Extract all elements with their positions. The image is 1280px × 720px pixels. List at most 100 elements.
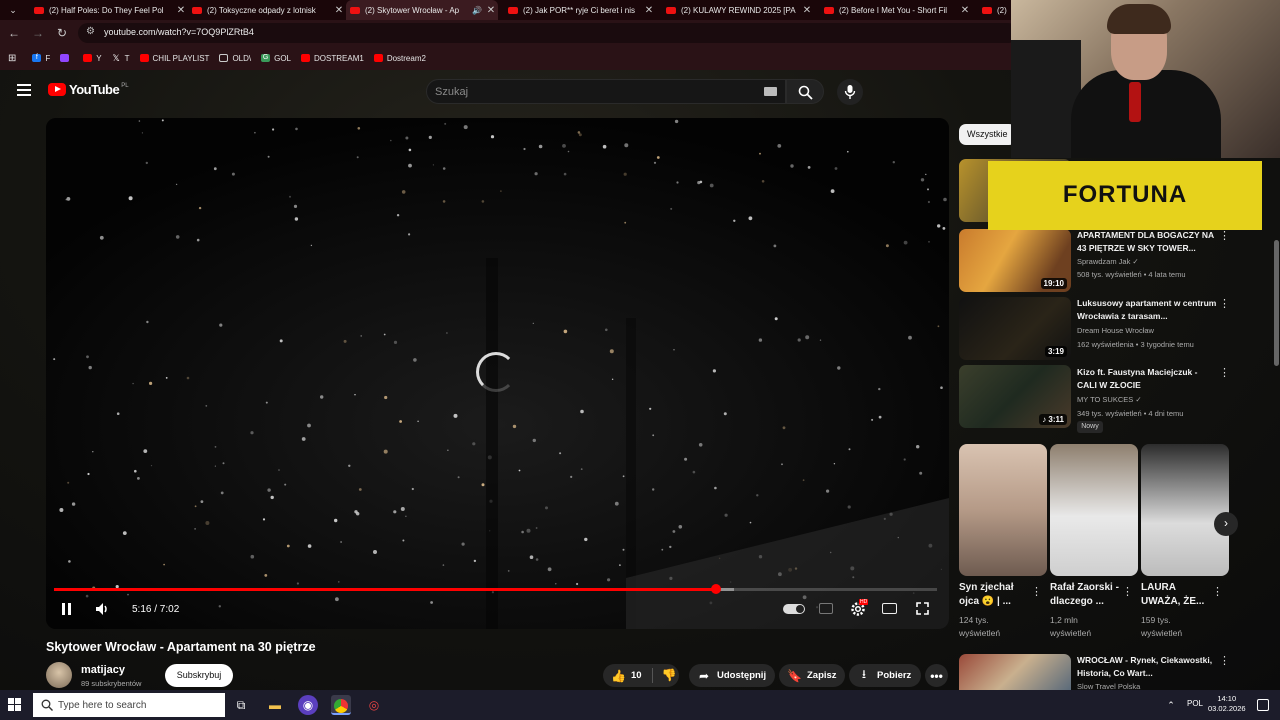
menu-icon[interactable] bbox=[17, 84, 31, 96]
channel-name[interactable]: matijacy bbox=[81, 664, 125, 676]
chevron-right-icon[interactable]: › bbox=[1214, 512, 1238, 536]
tab-search-icon[interactable]: ⌄ bbox=[2, 2, 24, 18]
language-indicator[interactable]: POL bbox=[1187, 699, 1203, 708]
time-display: 5:16 / 7:02 bbox=[132, 604, 180, 615]
close-tab-icon[interactable]: ✕ bbox=[800, 5, 814, 16]
bookmark-item[interactable]: G GOL bbox=[261, 54, 291, 63]
bookmark-item[interactable]: CHIL PLAYLIST bbox=[139, 54, 209, 63]
search-button[interactable] bbox=[786, 79, 824, 104]
page-scrollbar[interactable] bbox=[1274, 240, 1279, 366]
browser-tab[interactable]: (2) bbox=[978, 0, 1010, 20]
video-channel[interactable]: MY TO SUKCES ✓ bbox=[1077, 395, 1142, 404]
volume-icon bbox=[96, 603, 107, 615]
close-tab-icon[interactable]: ✕ bbox=[642, 5, 656, 16]
video-channel[interactable]: Sprawdzam Jak ✓ bbox=[1077, 257, 1139, 266]
autoplay-toggle[interactable] bbox=[783, 604, 805, 614]
forward-button[interactable]: → bbox=[30, 25, 46, 41]
video-title-link[interactable]: Luksusowy apartament w centrum Wrocławia… bbox=[1077, 297, 1217, 323]
thumbs-up-icon: 👍 bbox=[611, 668, 626, 683]
video-menu-icon[interactable]: ⋮ bbox=[1219, 298, 1230, 310]
short-thumbnail[interactable] bbox=[1050, 444, 1138, 576]
address-bar[interactable]: ⚙ youtube.com/watch?v=7OQ9PlZRtB4 bbox=[78, 23, 1018, 43]
volume-button[interactable] bbox=[94, 601, 110, 617]
video-title-link[interactable]: APARTAMENT DLA BOGACZY NA 43 PIĘTRZE W S… bbox=[1077, 229, 1217, 255]
short-thumbnail[interactable] bbox=[959, 444, 1047, 576]
more-actions-button[interactable]: ••• bbox=[925, 664, 948, 687]
video-menu-icon[interactable]: ⋮ bbox=[1219, 230, 1230, 242]
settings-button[interactable]: HD bbox=[850, 599, 869, 617]
subtitles-button[interactable] bbox=[819, 603, 833, 614]
short-thumbnail[interactable] bbox=[1141, 444, 1229, 576]
channel-avatar[interactable] bbox=[46, 662, 72, 688]
browser-tab[interactable]: (2) Jak POR** ryje Ci beret i nis ✕ bbox=[504, 0, 656, 20]
new-badge: Nowy bbox=[1077, 421, 1103, 433]
short-title[interactable]: Syn zjechał ojca 😮 | ... bbox=[959, 581, 1029, 609]
pause-button[interactable] bbox=[62, 601, 74, 617]
windows-start-icon[interactable] bbox=[8, 698, 22, 712]
short-menu-icon[interactable]: ⋮ bbox=[1212, 586, 1223, 598]
share-button[interactable]: ➦ Udostępnij bbox=[689, 664, 775, 687]
video-title-link[interactable]: WROCŁAW - Rynek, Ciekawostki, Historia, … bbox=[1077, 654, 1217, 680]
keyboard-icon[interactable] bbox=[764, 87, 777, 96]
progress-bar[interactable] bbox=[54, 584, 937, 594]
microphone-icon bbox=[1129, 82, 1141, 122]
search-input[interactable] bbox=[435, 83, 755, 101]
bookmark-item[interactable]: Dostream2 bbox=[373, 54, 426, 63]
close-tab-icon[interactable]: ✕ bbox=[332, 5, 346, 16]
reload-button[interactable]: ↻ bbox=[54, 25, 70, 41]
filter-chip-all[interactable]: Wszystkie bbox=[959, 124, 1016, 145]
bookmark-item[interactable]: fF bbox=[32, 54, 50, 63]
close-tab-icon[interactable]: ✕ bbox=[958, 5, 972, 16]
obs-icon[interactable]: ◎ bbox=[364, 695, 384, 715]
bookmark-item[interactable] bbox=[60, 54, 73, 62]
file-explorer-icon[interactable]: ▬ bbox=[265, 695, 285, 715]
site-info-icon[interactable]: ⚙ bbox=[86, 26, 95, 37]
clock[interactable]: 14:10 03.02.2026 bbox=[1208, 694, 1246, 714]
browser-tab[interactable]: (2) Before I Met You - Short Fil ✕ bbox=[820, 0, 972, 20]
voice-search-button[interactable] bbox=[837, 79, 863, 105]
discord-icon[interactable]: ◉ bbox=[298, 695, 318, 715]
like-button[interactable]: 👍 10 👎 bbox=[603, 664, 679, 687]
youtube-wordmark: YouTube bbox=[69, 82, 120, 97]
video-thumbnail[interactable] bbox=[959, 654, 1071, 690]
bookmark-item[interactable]: DOSTREAM1 bbox=[301, 54, 364, 63]
video-title-link[interactable]: Kizo ft. Faustyna Maciejczuk - CALI W ZŁ… bbox=[1077, 366, 1217, 392]
close-tab-icon[interactable]: ✕ bbox=[484, 5, 498, 16]
taskbar-search-input[interactable] bbox=[58, 697, 218, 713]
video-player[interactable]: 5:16 / 7:02 HD bbox=[46, 118, 949, 629]
video-thumbnail[interactable]: 3:19 bbox=[959, 297, 1071, 360]
bookmark-item[interactable]: Y bbox=[83, 54, 102, 63]
browser-tab-active[interactable]: (2) Skytower Wrocław - Ap 🔊 ✕ bbox=[346, 0, 498, 20]
download-button[interactable]: ⭳ Pobierz bbox=[849, 664, 921, 687]
task-view-icon[interactable]: ⧉ bbox=[231, 695, 251, 715]
bookmark-item[interactable]: 𝕏T bbox=[112, 54, 129, 63]
short-title[interactable]: LAURA UWAŻA, ŻE... bbox=[1141, 581, 1211, 609]
back-button[interactable]: ← bbox=[6, 25, 22, 41]
video-thumbnail[interactable]: ♪ 3:11 bbox=[959, 365, 1071, 428]
close-tab-icon[interactable]: ✕ bbox=[174, 5, 188, 16]
apps-icon[interactable]: ⊞ bbox=[8, 53, 16, 64]
fullscreen-button[interactable] bbox=[916, 602, 929, 615]
tray-arrow-icon[interactable]: ⌃ bbox=[1164, 695, 1178, 715]
browser-tab[interactable]: (2) Half Poles: Do They Feel Pol ✕ bbox=[30, 0, 188, 20]
video-meta: 349 tys. wyświetleń • 4 dni temu bbox=[1077, 409, 1184, 418]
notification-icon[interactable] bbox=[1257, 699, 1269, 711]
chrome-icon[interactable] bbox=[331, 695, 351, 715]
bookmark-folder[interactable]: OLD\ bbox=[219, 54, 251, 63]
video-menu-icon[interactable]: ⋮ bbox=[1219, 367, 1230, 379]
short-title[interactable]: Rafał Zaorski - dlaczego ... bbox=[1050, 581, 1120, 609]
video-menu-icon[interactable]: ⋮ bbox=[1219, 655, 1230, 667]
browser-tab[interactable]: (2) KULAWY REWIND 2025 [PA ✕ bbox=[662, 0, 814, 20]
speaker-icon[interactable]: 🔊 bbox=[472, 6, 482, 15]
browser-tab[interactable]: (2) Toksyczne odpady z lotnisk ✕ bbox=[188, 0, 346, 20]
save-button[interactable]: 🔖 Zapisz bbox=[779, 664, 845, 687]
dislike-button[interactable]: 👎 bbox=[661, 664, 677, 687]
youtube-logo[interactable]: YouTube PL bbox=[48, 82, 129, 97]
miniplayer-button[interactable] bbox=[882, 603, 897, 614]
short-menu-icon[interactable]: ⋮ bbox=[1031, 586, 1042, 598]
taskbar-search bbox=[33, 693, 225, 717]
subscribe-button[interactable]: Subskrybuj bbox=[165, 664, 233, 687]
short-menu-icon[interactable]: ⋮ bbox=[1122, 586, 1133, 598]
video-channel[interactable]: Dream House Wrocław bbox=[1077, 326, 1154, 335]
video-thumbnail[interactable]: 19:10 bbox=[959, 229, 1071, 292]
